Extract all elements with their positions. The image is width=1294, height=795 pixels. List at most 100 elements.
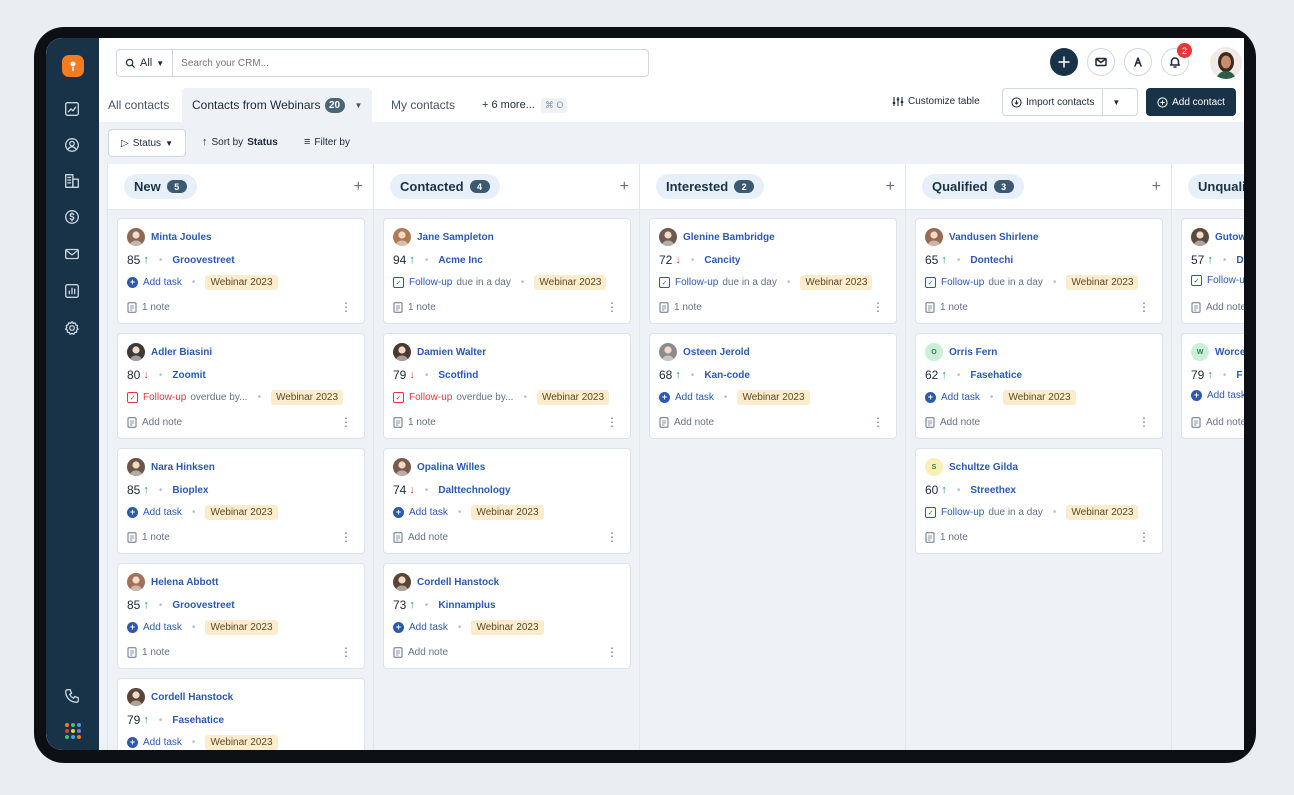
more-options-icon[interactable]: ⋮ xyxy=(606,531,618,543)
company-link[interactable]: Groovestreet xyxy=(172,600,234,611)
contact-name-link[interactable]: Cordell Hanstock xyxy=(127,688,233,706)
more-options-icon[interactable]: ⋮ xyxy=(872,301,884,313)
more-options-icon[interactable]: ⋮ xyxy=(340,646,352,658)
company-link[interactable]: Zoomit xyxy=(172,370,205,381)
email-button[interactable] xyxy=(1087,48,1115,76)
more-options-icon[interactable]: ⋮ xyxy=(340,301,352,313)
contact-card[interactable]: Adler Biasini 80 ↓ • Zoomit ✓ Follow-up overdue… xyxy=(117,333,365,439)
more-options-icon[interactable]: ⋮ xyxy=(1138,531,1150,543)
contact-card[interactable]: Vandusen Shirlene 65 ↑ • Dontechi ✓ Follow-up d… xyxy=(915,218,1163,324)
company-link[interactable]: Groovestreet xyxy=(172,255,234,266)
stage-label[interactable]: Interested 2 xyxy=(656,174,765,199)
reports-icon[interactable] xyxy=(62,281,82,301)
accounts-icon[interactable] xyxy=(62,171,82,191)
add-to-stage-icon[interactable]: + xyxy=(1152,178,1161,196)
contact-card[interactable]: Cordell Hanstock 79 ↑ • Fasehatice + Add task •… xyxy=(117,678,365,750)
task-link[interactable]: Follow-up xyxy=(941,277,984,288)
task-link[interactable]: Add task xyxy=(409,622,448,633)
more-options-icon[interactable]: ⋮ xyxy=(1138,301,1150,313)
task-link[interactable]: Follow-up xyxy=(675,277,718,288)
tab-my-contacts[interactable]: My contacts xyxy=(391,88,455,122)
note-link[interactable]: 1 note xyxy=(127,532,170,543)
stage-label[interactable]: New 5 xyxy=(124,174,197,199)
note-link[interactable]: Add note xyxy=(393,532,448,543)
user-avatar[interactable] xyxy=(1210,47,1242,79)
group-by-status-dropdown[interactable]: ▷ Status ▼ xyxy=(108,129,186,157)
contact-name-link[interactable]: O Orris Fern xyxy=(925,343,997,361)
tab-contacts-from-webinars[interactable]: Contacts from Webinars 20 ▼ xyxy=(182,88,373,122)
note-link[interactable]: 1 note xyxy=(659,302,702,313)
company-link[interactable]: Cancity xyxy=(704,255,740,266)
company-link[interactable]: Kinnamplus xyxy=(438,600,495,611)
notifications-button[interactable]: 2 xyxy=(1161,43,1192,76)
import-contacts-button[interactable]: Import contacts xyxy=(1003,89,1104,115)
task-link[interactable]: Add task xyxy=(143,507,182,518)
contact-card[interactable]: Helena Abbott 85 ↑ • Groovestreet + Add task • W… xyxy=(117,563,365,669)
task-link[interactable]: Follow-up xyxy=(941,507,984,518)
contact-name-link[interactable]: Jane Sampleton xyxy=(393,228,494,246)
contact-card[interactable]: Nara Hinksen 85 ↑ • Bioplex + Add task • Webinar… xyxy=(117,448,365,554)
task-link[interactable]: Add task xyxy=(941,392,980,403)
contact-name-link[interactable]: Nara Hinksen xyxy=(127,458,215,476)
company-link[interactable]: F xyxy=(1236,370,1242,381)
company-link[interactable]: Kan-code xyxy=(704,370,750,381)
task-link[interactable]: Add task xyxy=(143,622,182,633)
contact-name-link[interactable]: Vandusen Shirlene xyxy=(925,228,1038,246)
company-link[interactable]: Acme Inc xyxy=(438,255,482,266)
company-link[interactable]: Dalttechnology xyxy=(438,485,510,496)
contact-card[interactable]: Minta Joules 85 ↑ • Groovestreet + Add task • We… xyxy=(117,218,365,324)
contact-name-link[interactable]: Opalina Willes xyxy=(393,458,485,476)
company-link[interactable]: Scotfind xyxy=(438,370,478,381)
task-link[interactable]: Follow-up xyxy=(143,392,186,403)
contact-card[interactable]: Osteen Jerold 68 ↑ • Kan-code + Add task • Webin… xyxy=(649,333,897,439)
settings-icon[interactable] xyxy=(62,318,82,338)
contact-name-link[interactable]: Helena Abbott xyxy=(127,573,218,591)
contact-name-link[interactable]: Osteen Jerold xyxy=(659,343,750,361)
stage-label[interactable]: Contacted 4 xyxy=(390,174,500,199)
app-logo-icon[interactable] xyxy=(62,55,84,77)
deals-icon[interactable] xyxy=(62,207,82,227)
company-link[interactable]: Fasehatice xyxy=(970,370,1022,381)
more-options-icon[interactable]: ⋮ xyxy=(606,646,618,658)
task-link[interactable]: Add task xyxy=(1207,390,1244,401)
contact-name-link[interactable]: Adler Biasini xyxy=(127,343,212,361)
task-link[interactable]: Add task xyxy=(143,737,182,748)
contact-card[interactable]: Cordell Hanstock 73 ↑ • Kinnamplus + Add task •… xyxy=(383,563,631,669)
stage-label[interactable]: Qualified 3 xyxy=(922,174,1024,199)
create-button[interactable] xyxy=(1050,48,1078,76)
contact-card[interactable]: Opalina Willes 74 ↓ • Dalttechnology + Add tas… xyxy=(383,448,631,554)
add-contact-button[interactable]: Add contact xyxy=(1146,88,1236,116)
note-link[interactable]: 1 note xyxy=(925,302,968,313)
search-scope-dropdown[interactable]: All ▼ xyxy=(117,50,174,76)
company-link[interactable]: Streethex xyxy=(970,485,1016,496)
more-options-icon[interactable]: ⋮ xyxy=(1138,416,1150,428)
contact-name-link[interactable]: S Schultze Gilda xyxy=(925,458,1018,476)
more-options-icon[interactable]: ⋮ xyxy=(340,531,352,543)
dashboard-icon[interactable] xyxy=(62,99,82,119)
note-link[interactable]: 1 note xyxy=(393,302,436,313)
contact-name-link[interactable]: Cordell Hanstock xyxy=(393,573,499,591)
contact-card[interactable]: WWorcester79↑•F+Add taskAdd note⋮ xyxy=(1181,333,1244,439)
add-to-stage-icon[interactable]: + xyxy=(886,178,895,196)
company-link[interactable]: D xyxy=(1236,255,1243,266)
task-link[interactable]: Follow-up xyxy=(409,392,452,403)
note-link[interactable]: 1 note xyxy=(925,532,968,543)
contacts-icon[interactable] xyxy=(62,135,82,155)
freddy-ai-button[interactable] xyxy=(1124,48,1152,76)
note-link[interactable]: 1 note xyxy=(393,417,436,428)
contact-card[interactable]: Glenine Bambridge 72 ↓ • Cancity ✓ Follow-up du… xyxy=(649,218,897,324)
contact-card[interactable]: Damien Walter 79 ↓ • Scotfind ✓ Follow-up overd… xyxy=(383,333,631,439)
phone-icon[interactable] xyxy=(62,686,82,706)
customize-table-button[interactable]: Customize table xyxy=(892,96,980,107)
stage-label[interactable]: Unqualified xyxy=(1188,174,1244,199)
contact-name-link[interactable]: Glenine Bambridge xyxy=(659,228,775,246)
task-link[interactable]: Add task xyxy=(675,392,714,403)
filter-button[interactable]: ≡ Filter by xyxy=(304,136,350,148)
company-link[interactable]: Fasehatice xyxy=(172,715,224,726)
sort-button[interactable]: ↑ Sort by Status xyxy=(202,136,278,148)
task-link[interactable]: Follow-up xyxy=(409,277,452,288)
contact-card[interactable]: O Orris Fern 62 ↑ • Fasehatice + Add task • Webin… xyxy=(915,333,1163,439)
contact-card[interactable]: Gutowski57↑•D✓Follow-upAdd note⋮ xyxy=(1181,218,1244,324)
contact-card[interactable]: Jane Sampleton 94 ↑ • Acme Inc ✓ Follow-up due … xyxy=(383,218,631,324)
company-link[interactable]: Dontechi xyxy=(970,255,1013,266)
